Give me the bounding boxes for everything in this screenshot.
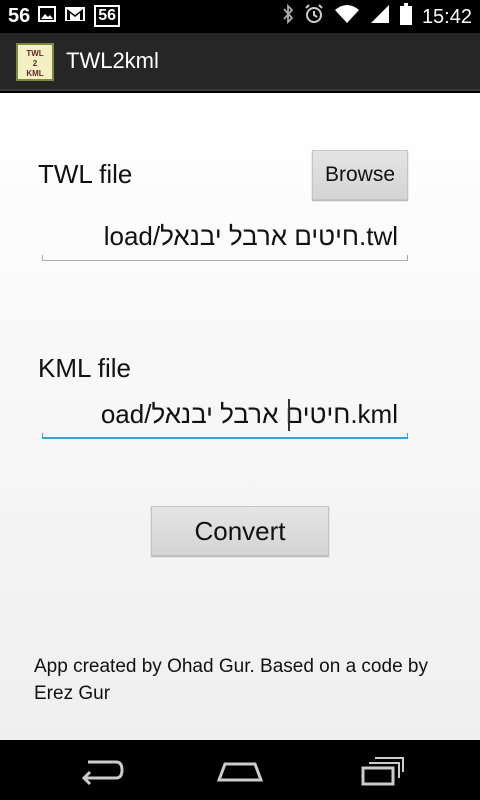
action-bar: TWL 2 KML TWL2kml: [0, 33, 480, 91]
logo-text-mid: 2: [32, 59, 38, 68]
notification-count: 56: [8, 5, 31, 27]
recents-icon[interactable]: [357, 754, 407, 788]
browse-button[interactable]: Browse: [312, 150, 408, 200]
twl-file-input[interactable]: load/חיטים ארבל יבנאל.twl: [42, 211, 408, 261]
logo-text-top: TWL: [26, 49, 44, 58]
app-logo-icon: TWL 2 KML: [16, 43, 54, 81]
wifi-icon: [334, 4, 360, 29]
main-content: TWL file Browse load/חיטים ארבל יבנאל.tw…: [0, 93, 480, 740]
image-icon: [38, 5, 57, 27]
kml-file-input[interactable]: oad/חיטים ארבל יבנאל.kml: [42, 389, 408, 439]
back-icon[interactable]: [76, 754, 126, 788]
notification-badge: 56: [94, 5, 121, 27]
logo-text-bottom: KML: [26, 69, 44, 78]
kml-input-underline: [42, 433, 408, 439]
gmail-icon: [64, 6, 86, 27]
status-bar: 56 56 15:42: [0, 0, 480, 33]
alarm-icon: [304, 4, 324, 29]
battery-icon: [399, 3, 412, 30]
kml-file-value: oad/חיטים ארבל יבנאל.kml: [100, 399, 398, 429]
convert-button[interactable]: Convert: [151, 506, 329, 556]
signal-icon: [370, 4, 390, 29]
home-icon[interactable]: [215, 754, 265, 788]
credits-text: App created by Ohad Gur. Based on a code…: [34, 656, 428, 704]
text-cursor: [288, 399, 290, 431]
app-title: TWL2kml: [66, 48, 159, 73]
bluetooth-icon: [282, 3, 294, 29]
twl-file-label: TWL file: [38, 159, 133, 189]
twl-file-value: load/חיטים ארבל יבנאל.twl: [103, 221, 398, 251]
clock: 15:42: [421, 5, 472, 28]
twl-input-underline: [42, 255, 408, 261]
navigation-bar: [0, 740, 480, 800]
kml-file-label: KML file: [38, 353, 131, 383]
